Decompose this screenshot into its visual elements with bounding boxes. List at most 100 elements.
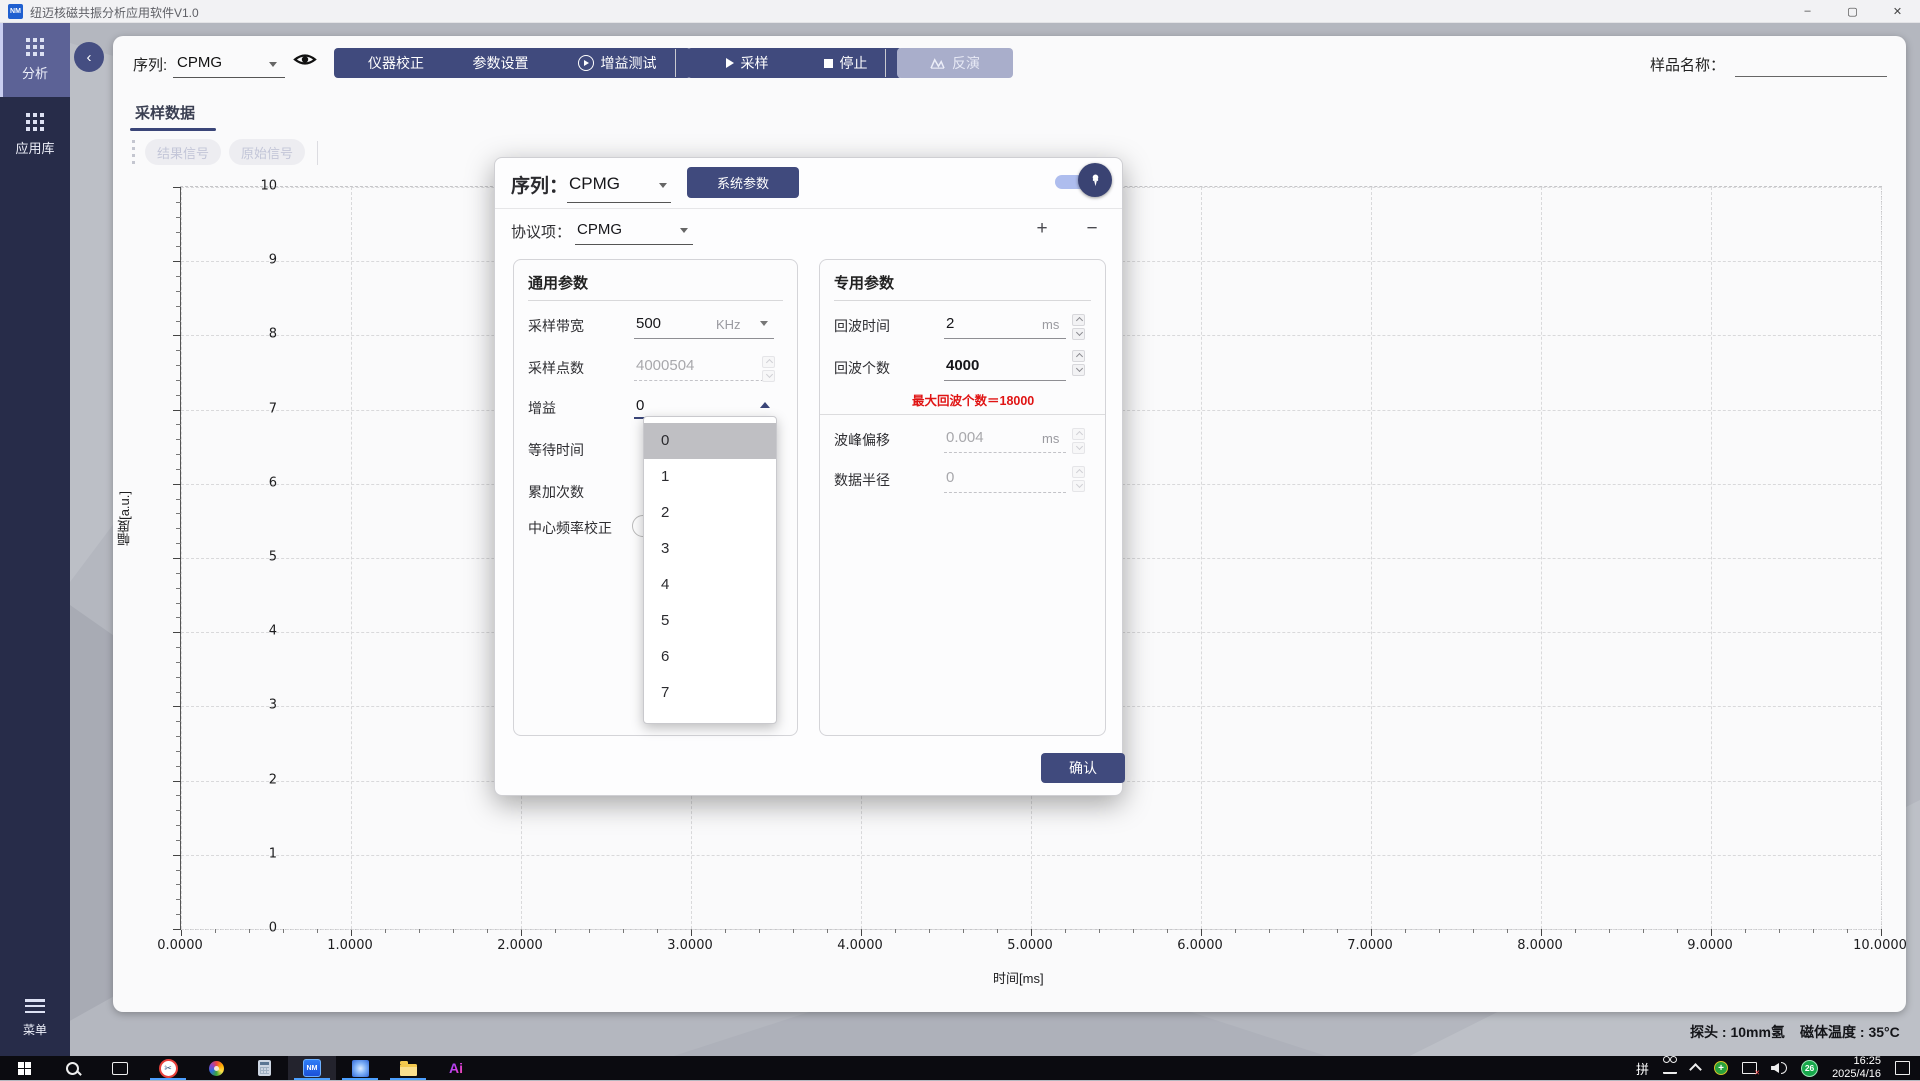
tick-y-minor [176,379,181,381]
clock-time: 16:25 [1853,1055,1881,1068]
action-center-button[interactable] [1895,1061,1910,1075]
sample-name-label: 样品名称： [1650,57,1726,74]
sidebar-item-app-library[interactable]: 应用库 [0,97,70,172]
eye-icon[interactable] [293,51,317,68]
taskbar-clock[interactable]: 16:25 2025/4/16 [1832,1055,1881,1080]
dialog-sequence-label: 序列： [511,176,569,197]
gain-input[interactable]: 0 [636,397,644,414]
inversion-button[interactable]: 反演 [897,48,1013,78]
chevron-down-icon[interactable] [760,321,768,326]
data-radius-input: 0 [946,469,955,486]
gain-test-button[interactable]: 增益测试 [543,48,691,78]
window-title: 纽迈核磁共振分析应用软件V1.0 [30,6,199,20]
task-view-icon [112,1061,128,1075]
tick-x-major [351,929,352,936]
people-button[interactable] [1663,1056,1678,1074]
taskbar-app-calculator[interactable] [240,1056,288,1080]
sequence-label: 序列: [133,57,168,74]
taskbar-app-ai[interactable]: Ai [432,1056,480,1080]
bandwidth-input[interactable]: 500 [636,315,661,332]
gain-option-6[interactable]: 6 [644,639,776,675]
tick-y-minor [176,454,181,456]
dialog-sequence-select[interactable]: CPMG [567,170,675,204]
tick-x-minor [1099,929,1100,933]
echo-count-stepper[interactable] [1072,350,1085,376]
peak-offset-stepper[interactable] [1072,428,1085,454]
points-stepper[interactable] [762,356,775,382]
ime-indicator[interactable]: 拼 [1636,1059,1649,1078]
network-disconnected-icon [1742,1062,1760,1077]
tick-x-major [691,929,692,936]
sample-name-input[interactable] [1735,52,1887,77]
bandwidth-unit[interactable]: KHz [716,317,741,332]
system-tray: 拼 + 26 16:25 2025/4/16 [1636,1055,1920,1080]
gain-option-7[interactable]: 7 [644,675,776,711]
taskbar-app-nm[interactable]: NM [288,1056,336,1080]
protocol-select[interactable]: CPMG [575,218,695,246]
x-tick-label: 7.0000 [1347,938,1393,953]
battery-tray-button[interactable]: 26 [1801,1059,1819,1077]
x-tick-label: 8.0000 [1517,938,1563,953]
toolbar-divider [675,49,676,77]
sidebar-menu-button[interactable]: 菜单 [0,999,70,1038]
minimize-button[interactable]: – [1785,0,1830,22]
gain-option-1[interactable]: 1 [644,459,776,495]
search-icon [65,1061,79,1075]
gain-option-2[interactable]: 2 [644,495,776,531]
gain-option-4[interactable]: 4 [644,567,776,603]
taskbar-search-button[interactable] [48,1056,96,1080]
echo-time-stepper[interactable] [1072,314,1085,340]
remove-protocol-button[interactable]: − [1081,218,1103,240]
add-protocol-button[interactable]: + [1031,218,1053,240]
start-button[interactable] [0,1056,48,1080]
task-view-button[interactable] [96,1056,144,1080]
tick-x-minor [895,929,896,933]
gain-option-0[interactable]: 0 [644,423,776,459]
taskbar-app-file-explorer[interactable] [384,1056,432,1080]
tick-x-minor [1167,929,1168,933]
gain-option-3[interactable]: 3 [644,531,776,567]
tick-x-minor [1269,929,1270,933]
tick-y-minor [176,839,181,841]
confirm-button[interactable]: 确认 [1041,753,1125,783]
taskbar-app-remote[interactable] [336,1056,384,1080]
x-tick-label: 0.0000 [157,938,203,953]
network-tray-button[interactable] [1742,1062,1760,1077]
tick-x-minor [1133,929,1134,933]
grid-icon [26,37,44,56]
security-tray-button[interactable]: + [1714,1061,1729,1075]
sidebar-item-label: 应用库 [15,140,55,156]
tick-x-minor [419,929,420,933]
sidebar-item-analysis[interactable]: 分析 [0,22,70,97]
echo-count-input[interactable]: 4000 [946,357,979,374]
x-tick-label: 10.0000 [1853,938,1907,953]
tick-y-major [173,409,181,411]
tick-y-major [173,706,181,708]
tab-sampling-data[interactable]: 采样数据 [135,102,195,123]
volume-tray-button[interactable] [1771,1062,1788,1074]
stop-icon [823,58,833,68]
sidebar-collapse-button[interactable]: ‹ [74,42,104,72]
underline [944,452,1066,453]
data-radius-stepper[interactable] [1072,466,1085,492]
protocol-value: CPMG [577,221,622,238]
taskbar-app-snipping-tool[interactable]: ✂ [144,1056,192,1080]
tick-x-minor [725,929,726,933]
pin-button[interactable] [1078,163,1112,197]
echo-time-input[interactable]: 2 [946,315,954,332]
y-tick-label: 8 [268,326,277,342]
tick-x-minor [1337,929,1338,933]
drag-handle[interactable] [132,140,135,168]
tray-expand-button[interactable] [1689,1062,1702,1076]
taskbar-app-paint[interactable] [192,1056,240,1080]
chevron-up-icon[interactable] [760,402,770,408]
raw-signal-pill[interactable]: 原始信号 [229,139,305,165]
system-params-button[interactable]: 系统参数 [687,167,799,198]
result-signal-pill[interactable]: 结果信号 [145,139,221,165]
maximize-button[interactable]: ▢ [1830,0,1875,22]
y-axis-tick-labels: 0 1 2 3 4 5 6 7 8 9 10 [239,179,283,936]
close-button[interactable]: ✕ [1875,0,1920,22]
tick-x-major [521,929,522,936]
gain-option-5[interactable]: 5 [644,603,776,639]
sequence-select[interactable]: CPMG [173,50,285,78]
